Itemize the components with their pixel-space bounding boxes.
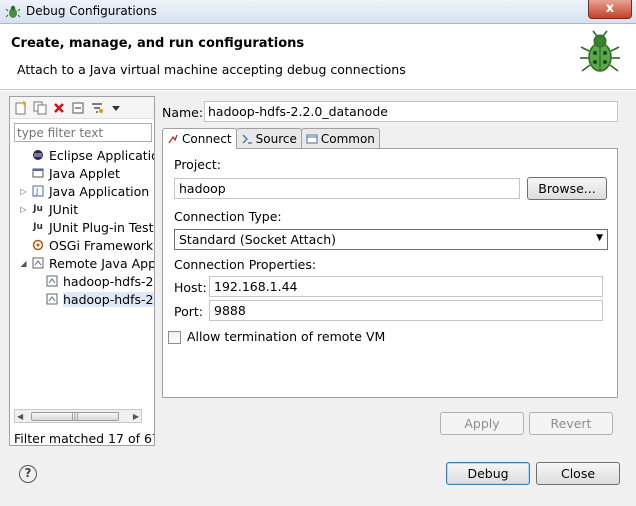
osgi-icon — [31, 238, 45, 252]
debug-button[interactable]: Debug — [446, 462, 530, 485]
port-label: Port: — [174, 304, 203, 319]
allow-termination-checkbox[interactable] — [168, 331, 181, 344]
title-bar: Debug Configurations x — [0, 0, 636, 24]
header-description: Attach to a Java virtual machine accepti… — [17, 62, 406, 77]
remote-java-icon — [31, 256, 45, 270]
dialog-header: Create, manage, and run configurations A… — [0, 25, 636, 90]
header-title: Create, manage, and run configurations — [11, 36, 305, 51]
tab-connect[interactable]: Connect — [162, 128, 237, 149]
java-app-icon: J — [31, 184, 45, 198]
configuration-tree: Eclipse Applicatio Java Applet ▷ J Java … — [10, 146, 154, 396]
project-input[interactable]: hadoop — [174, 178, 520, 199]
allow-termination-label: Allow termination of remote VM — [187, 329, 386, 344]
dialog-content: Eclipse Applicatio Java Applet ▷ J Java … — [0, 91, 636, 448]
tree-item-osgi-framework[interactable]: OSGi Framework — [19, 236, 153, 254]
tree-item-junit[interactable]: ▷ Ju JUnit — [19, 200, 78, 218]
revert-button[interactable]: Revert — [529, 412, 613, 435]
config-icon — [45, 274, 59, 288]
apply-button[interactable]: Apply — [440, 412, 524, 435]
junit-icon: Ju — [33, 204, 43, 214]
scrollbar-thumb[interactable]: ||| — [31, 412, 119, 421]
tree-horizontal-scrollbar[interactable]: ◀ ||| ▶ — [14, 409, 142, 423]
help-icon[interactable]: ? — [19, 465, 37, 483]
connection-type-select[interactable]: Standard (Socket Attach) ▼ — [174, 229, 608, 250]
dropdown-arrow-icon: ▼ — [596, 233, 603, 243]
expand-arrow-icon[interactable]: ▷ — [19, 205, 28, 214]
window-title: Debug Configurations — [26, 4, 157, 18]
tree-item-junit-plugin-test[interactable]: Ju JUnit Plug-in Test — [19, 218, 153, 236]
dialog-footer: ? Debug Close — [0, 448, 636, 506]
close-button[interactable]: Close — [536, 462, 620, 485]
port-input[interactable]: 9888 — [209, 300, 603, 321]
delete-config-icon[interactable] — [51, 100, 67, 116]
filter-input[interactable] — [14, 123, 152, 142]
name-input[interactable]: hadoop-hdfs-2.2.0_datanode — [204, 101, 618, 122]
connection-type-label: Connection Type: — [174, 209, 282, 224]
tree-toolbar — [10, 97, 154, 119]
filter-status: Filter matched 17 of 67 i — [14, 431, 154, 446]
window-close-button[interactable]: x — [588, 0, 632, 19]
tab-common[interactable]: Common — [300, 128, 380, 148]
connect-icon — [167, 133, 179, 145]
scroll-right-icon[interactable]: ▶ — [133, 412, 139, 421]
tree-item-hadoop-hdfs-1[interactable]: hadoop-hdfs-2. — [45, 272, 154, 290]
connection-properties-label: Connection Properties: — [174, 257, 317, 272]
debug-icon — [5, 5, 21, 18]
filter-icon[interactable] — [89, 100, 105, 116]
tree-item-java-application[interactable]: ▷ J Java Application — [19, 182, 149, 200]
configuration-editor: Name: hadoop-hdfs-2.2.0_datanode Connect… — [158, 96, 624, 446]
configuration-tree-panel: Eclipse Applicatio Java Applet ▷ J Java … — [9, 96, 155, 446]
collapse-arrow-icon[interactable]: ◢ — [19, 259, 28, 268]
expand-arrow-icon[interactable]: ▷ — [19, 187, 28, 196]
connect-tab-body: Project: hadoop Browse... Connection Typ… — [162, 148, 618, 398]
duplicate-config-icon[interactable] — [32, 100, 48, 116]
collapse-all-icon[interactable] — [70, 100, 86, 116]
browse-button[interactable]: Browse... — [527, 177, 607, 200]
config-icon — [45, 292, 59, 306]
common-icon — [306, 133, 318, 145]
view-menu-icon[interactable] — [108, 100, 124, 116]
svg-text:J: J — [35, 187, 38, 196]
junit-plugin-icon: Ju — [33, 222, 43, 232]
host-label: Host: — [174, 280, 207, 295]
source-icon — [241, 133, 253, 145]
new-config-icon[interactable] — [13, 100, 29, 116]
tab-source[interactable]: Source — [235, 128, 302, 148]
tree-item-remote-java-application[interactable]: ◢ Remote Java Appl — [19, 254, 154, 272]
name-label: Name: — [162, 105, 204, 120]
tree-item-java-applet[interactable]: Java Applet — [19, 164, 120, 182]
bug-icon — [580, 30, 620, 72]
project-label: Project: — [174, 157, 221, 172]
editor-tabs: Connect Source Common — [162, 128, 380, 149]
scroll-left-icon[interactable]: ◀ — [17, 412, 23, 421]
host-input[interactable]: 192.168.1.44 — [209, 276, 603, 297]
tree-item-eclipse-application[interactable]: Eclipse Applicatio — [19, 146, 154, 164]
tree-item-hadoop-hdfs-2[interactable]: hadoop-hdfs-2. — [45, 290, 154, 308]
eclipse-icon — [31, 148, 45, 162]
applet-icon — [31, 166, 45, 180]
